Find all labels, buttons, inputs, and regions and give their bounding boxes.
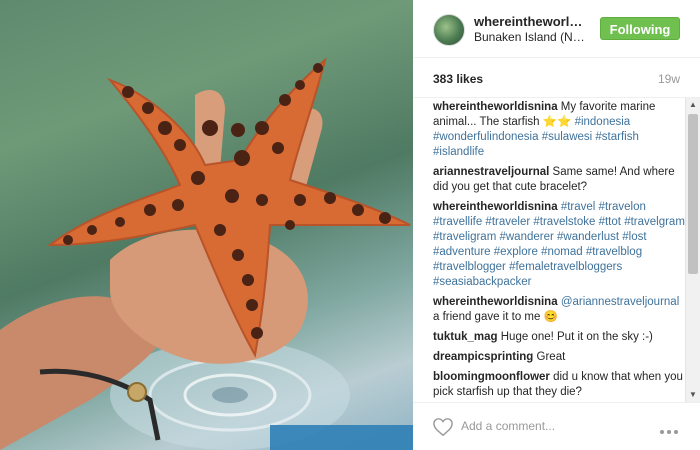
post-location[interactable]: Bunaken Island (North Sulawesi) <box>474 30 586 44</box>
comment-item: whereintheworldisnina @ariannestraveljou… <box>433 295 685 325</box>
comment-item: dreampicsprinting Great <box>433 350 685 365</box>
following-button[interactable]: Following <box>600 17 680 40</box>
more-options-icon[interactable] <box>660 421 682 434</box>
hashtag-link[interactable]: #nomad <box>541 246 583 258</box>
hashtag-link[interactable]: #travelblog <box>586 246 642 258</box>
hashtag-link[interactable]: #starfish <box>595 131 638 143</box>
comment-text: Great <box>533 351 566 363</box>
hashtag-link[interactable]: #travelblogger <box>433 261 506 273</box>
hashtag-link[interactable]: #lost <box>622 231 646 243</box>
hashtag-link[interactable]: #explore <box>494 246 538 258</box>
hashtag-link[interactable]: #travelgram <box>624 216 685 228</box>
comment-item: whereintheworldisnina My favorite marine… <box>433 100 685 160</box>
comment-item: ariannestraveljournal Same same! And whe… <box>433 165 685 195</box>
add-comment-input[interactable] <box>461 415 651 437</box>
comment-username[interactable]: bloomingmoonflower <box>433 371 550 383</box>
hashtag-link[interactable]: #adventure <box>433 246 491 258</box>
post-age[interactable]: 19w <box>658 72 680 86</box>
hashtag-link[interactable]: #wanderer <box>499 231 553 243</box>
comment-username[interactable]: whereintheworldisnina <box>433 101 558 113</box>
post-photo <box>0 0 413 450</box>
heart-outline-icon[interactable] <box>432 417 454 437</box>
hashtag-link[interactable]: #travellife <box>433 216 482 228</box>
hashtag-link[interactable]: #ttot <box>599 216 621 228</box>
post-header: whereintheworldisnina Bunaken Island (No… <box>413 0 700 58</box>
hashtag-link[interactable]: #wonderfulindonesia <box>433 131 539 143</box>
post-stats: 383 likes 19w <box>413 58 700 98</box>
comment-text: a friend gave it to me 😊 <box>433 311 558 323</box>
hashtag-link[interactable]: #indonesia <box>575 116 631 128</box>
comment-item: tuktuk_mag Huge one! Put it on the sky :… <box>433 330 685 345</box>
hashtag-link[interactable]: #seasiabackpacker <box>433 276 531 288</box>
comment-item: bloomingmoonflower did u know that when … <box>433 370 685 400</box>
comments-scrollbar[interactable]: ▲ ▼ <box>685 98 700 402</box>
mention-link[interactable]: @ariannestraveljournal <box>561 296 679 308</box>
avatar[interactable] <box>433 14 465 46</box>
comments-list: whereintheworldisnina My favorite marine… <box>433 100 685 400</box>
hashtag-link[interactable]: #islandlife <box>433 146 484 158</box>
hashtag-link[interactable]: #wanderlust <box>557 231 619 243</box>
hashtag-link[interactable]: #traveler <box>485 216 530 228</box>
post-username[interactable]: whereintheworldisnina <box>474 14 586 29</box>
comment-username[interactable]: whereintheworldisnina <box>433 201 558 213</box>
comment-item: whereintheworldisnina #travel #travelon … <box>433 200 685 290</box>
hashtag-link[interactable]: #travel <box>561 201 596 213</box>
scroll-thumb[interactable] <box>688 114 698 274</box>
starfish-photo-illustration <box>0 57 413 450</box>
comment-username[interactable]: ariannestraveljournal <box>433 166 549 178</box>
comment-username[interactable]: whereintheworldisnina <box>433 296 558 308</box>
hashtag-link[interactable]: #traveligram <box>433 231 496 243</box>
scroll-down-arrow-icon[interactable]: ▼ <box>686 388 700 402</box>
hashtag-link[interactable]: #travelstoke <box>533 216 595 228</box>
scroll-up-arrow-icon[interactable]: ▲ <box>686 98 700 112</box>
post-footer <box>413 402 700 450</box>
hashtag-link[interactable]: #travelon <box>599 201 646 213</box>
comment-username[interactable]: dreampicsprinting <box>433 351 533 363</box>
likes-count[interactable]: 383 likes <box>433 72 483 86</box>
comment-username[interactable]: tuktuk_mag <box>433 331 498 343</box>
hashtag-link[interactable]: #sulawesi <box>542 131 593 143</box>
post-details-panel: whereintheworldisnina Bunaken Island (No… <box>413 0 700 450</box>
hashtag-link[interactable]: #femaletravelbloggers <box>509 261 622 273</box>
comment-text: Huge one! Put it on the sky :-) <box>497 331 653 343</box>
